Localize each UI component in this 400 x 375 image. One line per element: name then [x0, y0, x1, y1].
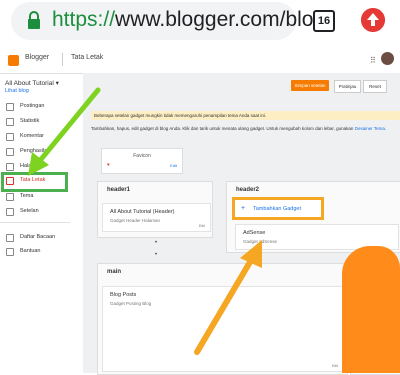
- green-arrow: [28, 87, 101, 176]
- orange-arrow: [194, 240, 262, 355]
- annotation-arrows: [28, 87, 262, 355]
